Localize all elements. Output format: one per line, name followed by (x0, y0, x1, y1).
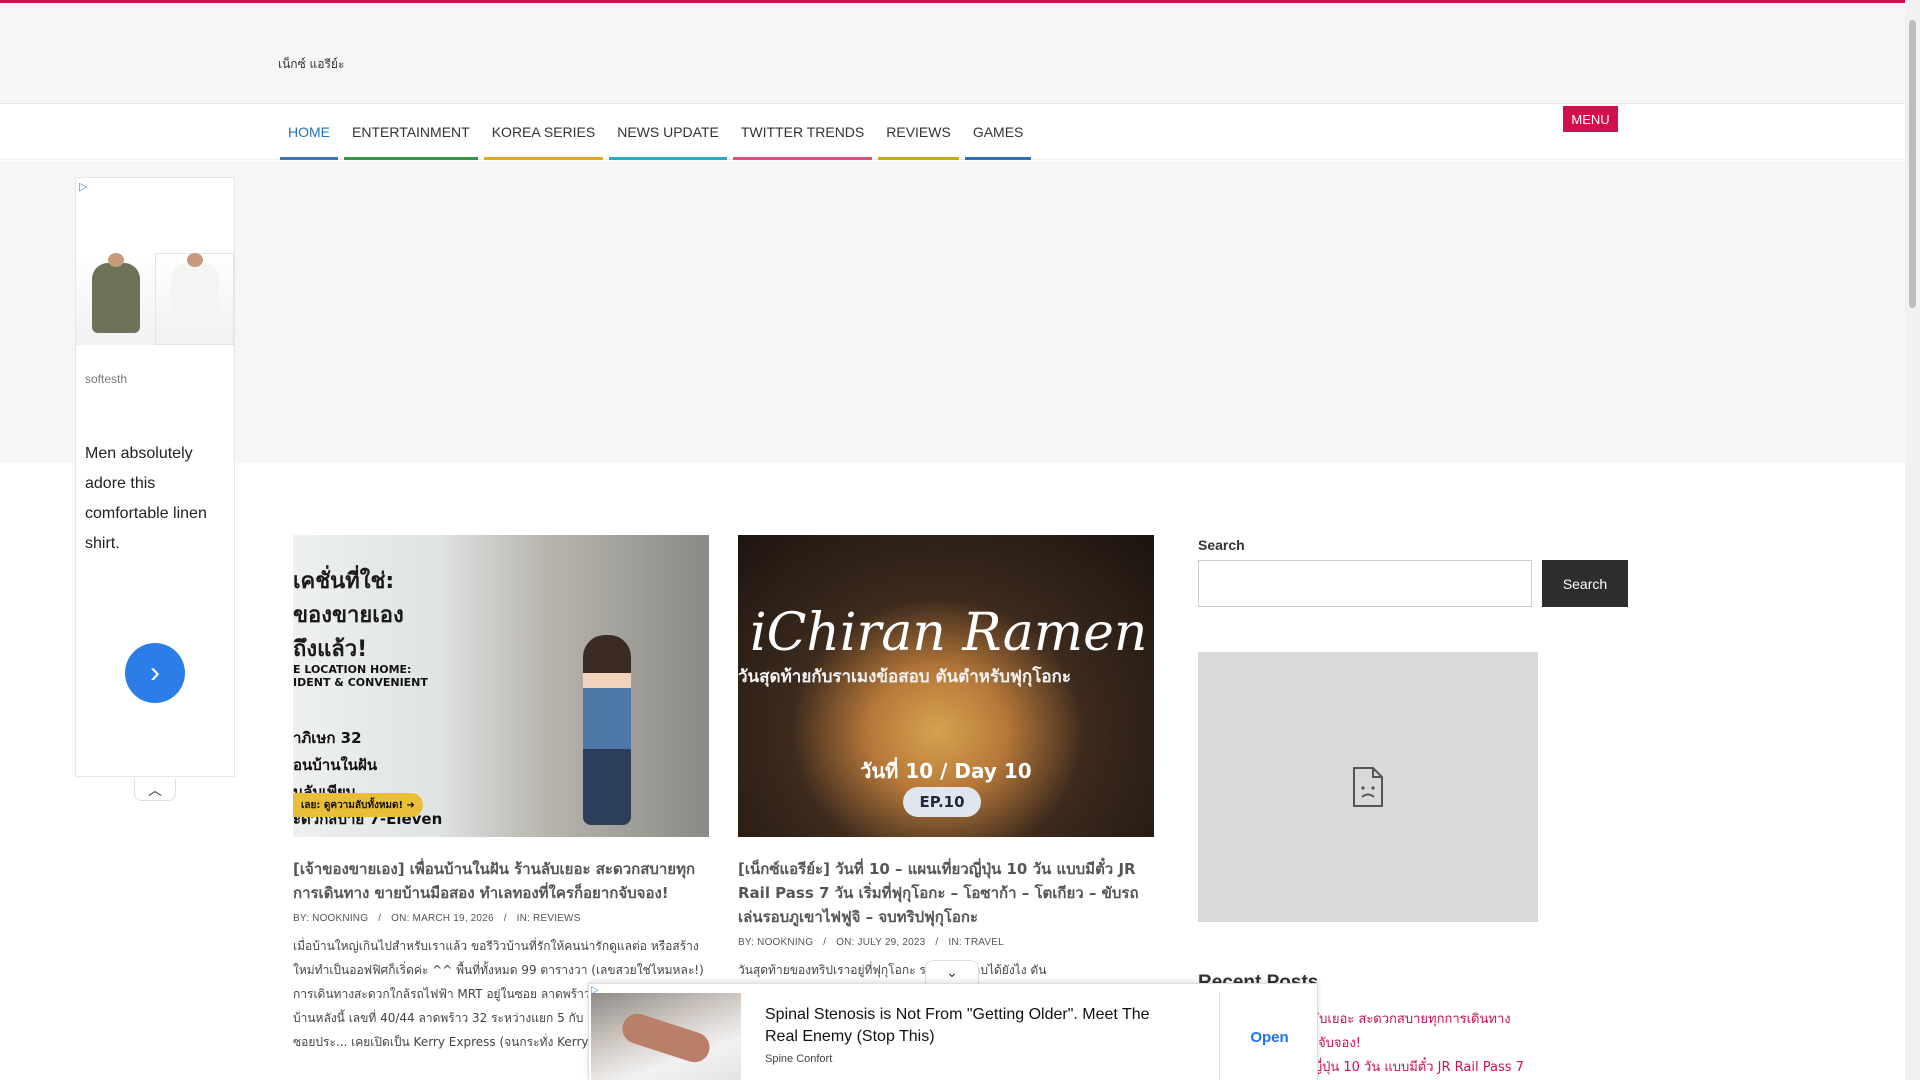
meta-separator: / (935, 937, 939, 948)
thumb-subtitle: E LOCATION HOME: IDENT & CONVENIENT (293, 663, 428, 689)
thumb-line: ของขายเอง (293, 603, 404, 628)
shirt-image-white (155, 253, 234, 345)
nav-item-korea-series[interactable]: KOREA SERIES (483, 104, 604, 160)
post-title[interactable]: [เจ้าของขายเอง] เพื่อนบ้านในฝัน ร้านลับเ… (293, 857, 709, 905)
nav-item-news-update[interactable]: NEWS UPDATE (609, 104, 727, 160)
thumb-line: เคชั่นที่ใช่: (293, 569, 395, 594)
meta-label: ON: (391, 913, 410, 924)
ad-image[interactable] (591, 993, 741, 1080)
bottom-ad-collapse-button[interactable]: ⌄ (925, 960, 979, 984)
site-title-link[interactable]: เน็กซ์ แอรีย์ะ (278, 55, 344, 74)
post-card-1: เคชั่นที่ใช่: ของขายเอง ถึงแล้ว! E LOCAT… (293, 535, 709, 1054)
search-form: Search (1198, 560, 1628, 607)
ad-collapse-button[interactable]: ︿ (134, 779, 176, 801)
nav-item-twitter-trends[interactable]: TWITTER TRENDS (732, 104, 873, 160)
nav-list: HOME ENTERTAINMENT KOREA SERIES NEWS UPDATE… (280, 104, 1031, 160)
page-scrollbar[interactable] (1905, 0, 1920, 1080)
meta-label: BY: (293, 913, 310, 924)
thumb-headline: เคชั่นที่ใช่: ของขายเอง ถึงแล้ว! (293, 565, 404, 667)
top-ad-area (0, 161, 1905, 463)
post-author[interactable]: NOOKNING (312, 913, 368, 924)
thumb-line: อนบ้านในฝัน (293, 756, 378, 774)
ad-text[interactable]: Men absolutely adore this comfortable li… (85, 439, 225, 559)
thumb-line: E LOCATION HOME: (293, 663, 412, 676)
thumb-line: ถึงแล้ว! (293, 637, 368, 662)
meta-separator: / (503, 913, 507, 924)
thumb-subtitle: วันสุดท้ายกับราเมงข้อสอบ ตันตำหรับฟุกุโอ… (738, 667, 1071, 687)
adchoices-icon[interactable]: ▷ (591, 985, 599, 996)
nav-item-home[interactable]: HOME (280, 104, 338, 160)
post-thumbnail[interactable]: iChiran Ramen วันสุดท้ายกับราเมงข้อสอบ ต… (738, 535, 1154, 837)
bottom-sticky-ad[interactable]: ▷ Spinal Stenosis is Not From "Getting O… (588, 983, 1318, 1080)
thumb-episode-badge: EP.10 (903, 787, 981, 817)
ad-brand: Spine Confort (765, 1053, 833, 1065)
menu-button[interactable]: MENU (1563, 106, 1618, 132)
meta-separator: / (823, 937, 827, 948)
sidebar-image[interactable] (1198, 652, 1538, 922)
post-date[interactable]: MARCH 19, 2026 (413, 913, 494, 924)
nav-item-entertainment[interactable]: ENTERTAINMENT (344, 104, 478, 160)
post-card-2: iChiran Ramen วันสุดท้ายกับราเมงข้อสอบ ต… (738, 535, 1154, 982)
post-date[interactable]: JULY 29, 2023 (858, 937, 926, 948)
post-meta: BY: NOOKNING / ON: JULY 29, 2023 / IN: T… (738, 937, 1154, 948)
main-nav: HOME ENTERTAINMENT KOREA SERIES NEWS UPDATE… (0, 104, 1905, 160)
post-title[interactable]: [เน็กซ์แอรีย์ะ] วันที่ 10 – แผนเที่ยวญี่… (738, 857, 1154, 929)
ad-brand: softesth (85, 372, 128, 386)
ad-image[interactable] (76, 253, 234, 345)
thumb-pill: เลย: ดูความลับทั้งหมด! ➜ (293, 793, 423, 817)
meta-separator: / (378, 913, 382, 924)
post-category[interactable]: REVIEWS (533, 913, 581, 924)
post-meta: BY: NOOKNING / ON: MARCH 19, 2026 / IN: … (293, 913, 709, 924)
thumb-figure (583, 635, 631, 825)
search-label: Search (1198, 537, 1245, 553)
ad-open-button[interactable]: Open (1220, 993, 1319, 1080)
site-header: เน็กซ์ แอรีย์ะ (0, 3, 1905, 104)
post-category[interactable]: TRAVEL (965, 937, 1004, 948)
post-author[interactable]: NOOKNING (757, 937, 813, 948)
post-thumbnail[interactable]: เคชั่นที่ใช่: ของขายเอง ถึงแล้ว! E LOCAT… (293, 535, 709, 837)
adchoices-icon[interactable]: ▷ (79, 180, 87, 193)
side-ad[interactable]: ▷ softesth Men absolutely adore this com… (75, 177, 235, 777)
nav-item-games[interactable]: GAMES (964, 104, 1032, 160)
thumb-day: วันที่ 10 / Day 10 (860, 759, 1032, 783)
nav-item-reviews[interactable]: REVIEWS (878, 104, 959, 160)
thumb-line: IDENT & CONVENIENT (293, 676, 428, 689)
meta-label: ON: (836, 937, 855, 948)
meta-label: IN: (516, 913, 531, 924)
search-button[interactable]: Search (1542, 560, 1628, 607)
broken-image-icon (1353, 767, 1383, 807)
shirt-image-olive (76, 253, 155, 345)
meta-label: BY: (738, 937, 755, 948)
ad-headline[interactable]: Spinal Stenosis is Not From "Getting Old… (765, 1004, 1175, 1048)
search-input[interactable] (1198, 560, 1532, 607)
thumb-line: าภิเษก 32 (293, 729, 362, 747)
meta-label: IN: (948, 937, 962, 948)
thumb-script-title: iChiran Ramen (750, 603, 1148, 663)
scrollbar-thumb[interactable] (1909, 20, 1916, 308)
ad-arrow-button[interactable]: › (125, 643, 185, 703)
